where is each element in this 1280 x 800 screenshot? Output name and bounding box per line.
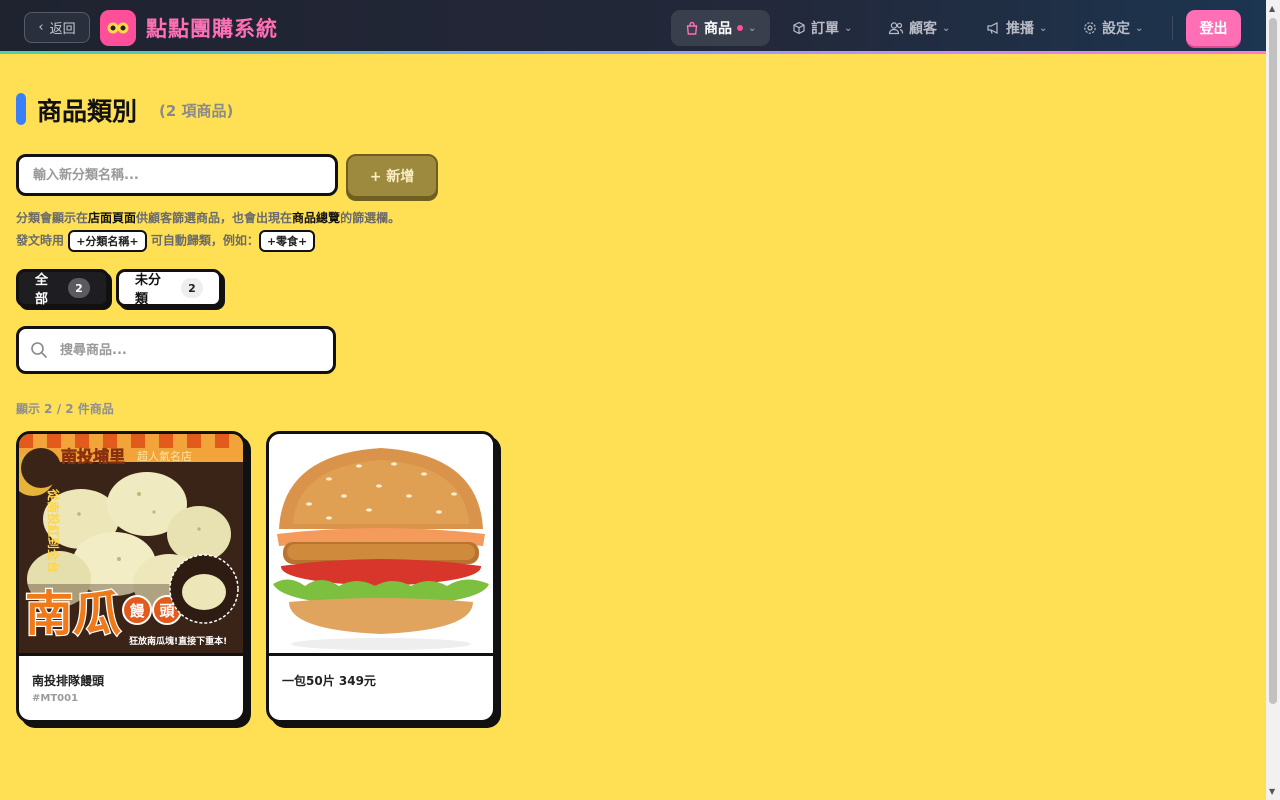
chevron-left-icon: ‹ — [38, 20, 44, 35]
tagline-text: 狂放南瓜塊!直接下重本! — [129, 635, 227, 647]
nav-broadcast[interactable]: 推播 ⌄ — [972, 10, 1061, 46]
top-navigation-bar: ‹ 返回 點點團購系統 商品 ⌄ 訂單 ⌄ 顧客 ⌄ 推播 ⌄ 設定 ⌄ 登出 — [0, 0, 1266, 54]
new-category-input[interactable] — [16, 154, 338, 196]
hint-text: 的篩選欄。 — [340, 211, 401, 225]
banner-sub-text: 超人氣名店 — [137, 449, 192, 463]
page-title: 商品類別 — [37, 97, 138, 126]
hint-emphasis: 店面頁面 — [88, 211, 137, 225]
filter-tab-uncategorized[interactable]: 未分類 2 — [116, 269, 222, 307]
product-card[interactable]: 南投埔里 超人氣名店 從南投紅到全台 南瓜 饅 頭 狂放南瓜塊!直接下重本! 南… — [16, 431, 246, 723]
notification-dot — [737, 25, 743, 31]
product-image-pumpkin-buns: 南投埔里 超人氣名店 從南投紅到全台 南瓜 饅 頭 狂放南瓜塊!直接下重本! — [19, 434, 243, 656]
filter-tab-label: 未分類 — [135, 273, 162, 307]
product-name: 南投排隊饅頭 — [32, 674, 105, 688]
nav-products[interactable]: 商品 ⌄ — [671, 10, 771, 46]
megaphone-icon — [987, 22, 998, 34]
nav-broadcast-label: 推播 — [1006, 21, 1034, 37]
nav-orders-label: 訂單 — [811, 21, 839, 37]
product-sku: #MT001 — [32, 693, 79, 704]
circle-char-1: 饅 — [129, 602, 145, 620]
add-category-button[interactable]: + 新增 — [346, 154, 438, 198]
nav-products-label: 商品 — [704, 21, 732, 37]
hint-text: 供顧客篩選商品，也會出現在 — [136, 211, 293, 225]
vertical-slogan: 從南投紅到全台 — [46, 488, 61, 573]
scrollbar-thumb[interactable] — [1269, 18, 1277, 704]
product-name: 一包50片 349元 — [282, 674, 376, 688]
hint-emphasis: 商品總覽 — [292, 211, 341, 225]
chevron-down-icon: ⌄ — [1039, 22, 1048, 34]
tag-example-chip: +零食+ — [258, 230, 316, 252]
banner-text: 南投埔里 — [61, 447, 125, 466]
nav-customers[interactable]: 顧客 ⌄ — [874, 10, 964, 46]
hint-text: 分類會顯示在 — [16, 211, 89, 225]
chevron-down-icon: ⌄ — [1135, 22, 1144, 34]
product-search-box[interactable] — [16, 326, 336, 374]
shopping-bag-icon — [686, 21, 698, 35]
scroll-up-arrow-icon[interactable]: ▲ — [1269, 4, 1275, 13]
app-logo-icon — [100, 10, 136, 46]
box-icon — [793, 21, 805, 35]
nav-settings-label: 設定 — [1102, 21, 1130, 37]
filter-tab-label: 全部 — [35, 273, 49, 307]
product-image-chicken-burger — [269, 434, 493, 656]
hint-text: 發文時用 — [16, 233, 65, 248]
back-button[interactable]: ‹ 返回 — [24, 12, 90, 43]
vertical-scrollbar[interactable]: ▲ ▼ — [1266, 0, 1280, 800]
filter-tab-all[interactable]: 全部 2 — [16, 269, 109, 307]
title-accent-bar — [16, 93, 26, 125]
nav-orders[interactable]: 訂單 ⌄ — [778, 10, 866, 46]
results-count-label: 顯示 2 / 2 件商品 — [16, 402, 114, 416]
category-hint-line-2: 發文時用 +分類名稱+ 可自動歸類，例如： +零食+ — [16, 230, 316, 252]
chevron-down-icon: ⌄ — [942, 22, 951, 34]
count-badge: 2 — [181, 278, 203, 298]
search-icon — [31, 342, 47, 358]
product-count-label: (2 項商品) — [159, 102, 234, 120]
nav-divider — [1172, 16, 1173, 40]
logout-button[interactable]: 登出 — [1186, 10, 1241, 46]
product-card[interactable]: 一包50片 349元 — [266, 431, 496, 723]
count-badge: 2 — [68, 278, 90, 298]
back-button-label: 返回 — [49, 22, 76, 37]
chevron-down-icon: ⌄ — [748, 22, 757, 34]
search-input[interactable] — [60, 342, 310, 358]
category-hint-line-1: 分類會顯示在店面頁面供顧客篩選商品，也會出現在商品總覽的篩選欄。 — [16, 209, 400, 226]
users-icon — [888, 22, 904, 35]
app-title: 點點團購系統 — [146, 17, 278, 41]
scroll-down-arrow-icon[interactable]: ▼ — [1269, 787, 1275, 796]
nav-customers-label: 顧客 — [909, 21, 937, 37]
nav-settings[interactable]: 設定 ⌄ — [1069, 10, 1157, 46]
hint-text: 可自動歸類，例如： — [150, 233, 259, 248]
gear-icon — [1084, 22, 1096, 34]
chevron-down-icon: ⌄ — [844, 22, 853, 34]
big-title-text: 南瓜 — [25, 586, 121, 642]
tag-syntax-chip: +分類名稱+ — [68, 230, 147, 252]
